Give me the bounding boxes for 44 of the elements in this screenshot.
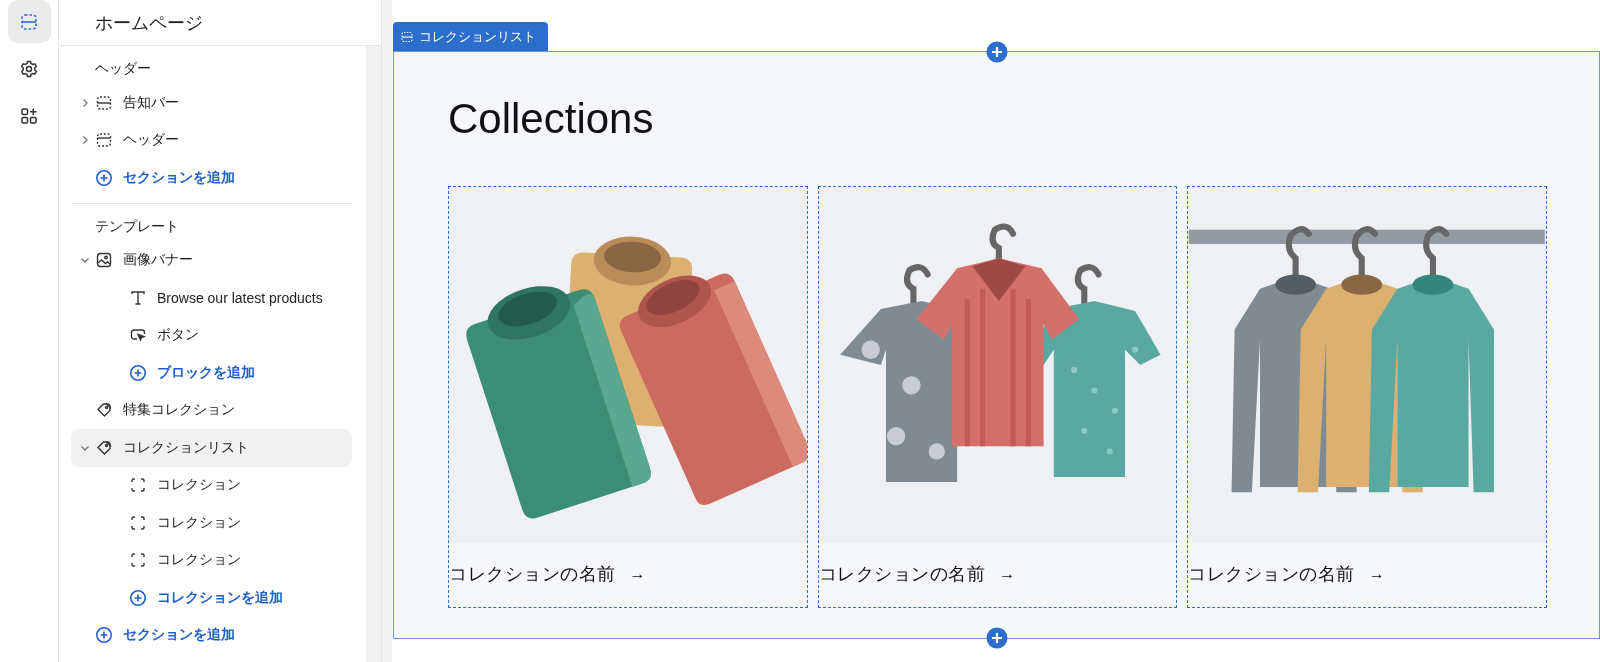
tag-icon xyxy=(95,401,113,420)
sections-button[interactable] xyxy=(7,0,51,43)
plus-circle-icon xyxy=(95,168,113,187)
section-icon xyxy=(95,131,113,150)
plus-circle-icon xyxy=(129,588,147,607)
section-item[interactable]: コレクションリスト xyxy=(71,429,352,467)
section-item[interactable]: 特集コレクション xyxy=(71,391,352,429)
section-icon xyxy=(95,93,113,112)
block-item[interactable]: コレクション xyxy=(71,541,352,579)
block-item[interactable]: Browse our latest products xyxy=(71,279,352,317)
sections-icon xyxy=(19,11,39,32)
add-section-icon[interactable] xyxy=(985,627,1008,649)
block-item[interactable]: コレクション xyxy=(71,466,352,504)
group-title: ヘッダー xyxy=(94,59,152,78)
add-section-link[interactable]: セクションを追加 xyxy=(71,159,352,197)
plus-circle-icon xyxy=(95,626,113,645)
add-section-link[interactable]: セクションを追加 xyxy=(71,616,352,654)
collection-card[interactable]: コレクションの名前 → xyxy=(1187,186,1547,608)
collection-name: コレクションの名前 → xyxy=(1188,563,1387,586)
cursor-icon xyxy=(129,326,147,345)
block-item[interactable]: コレクション xyxy=(71,504,352,542)
collection-card[interactable]: コレクションの名前 → xyxy=(448,186,808,608)
add-block-link[interactable]: コレクションを追加 xyxy=(71,579,352,617)
text-icon xyxy=(129,288,147,307)
add-section-icon[interactable] xyxy=(985,41,1008,63)
collection-name: コレクションの名前 → xyxy=(449,563,647,586)
tag-icon xyxy=(95,438,113,457)
image-icon xyxy=(95,251,113,270)
section-tab[interactable]: コレクションリスト xyxy=(393,22,548,51)
section-item[interactable]: 告知バー xyxy=(71,84,352,122)
plus-circle-icon xyxy=(129,363,147,382)
section-icon xyxy=(401,30,413,43)
collections-heading: Collections xyxy=(448,94,655,144)
group-title: テンプレート xyxy=(94,216,180,236)
collection-name: コレクションの名前 → xyxy=(818,563,1017,586)
apps-icon xyxy=(19,105,39,126)
add-block-link[interactable]: ブロックを追加 xyxy=(71,354,352,392)
page-title: ホームページ xyxy=(95,11,203,35)
section-item[interactable]: ヘッダー xyxy=(71,121,352,159)
collection-card[interactable]: コレクションの名前 → xyxy=(817,186,1178,608)
section-item[interactable]: 画像バナー xyxy=(71,241,352,279)
scrollbar-track[interactable] xyxy=(366,46,381,662)
settings-icon xyxy=(19,58,39,79)
block-item[interactable]: ボタン xyxy=(71,316,352,354)
